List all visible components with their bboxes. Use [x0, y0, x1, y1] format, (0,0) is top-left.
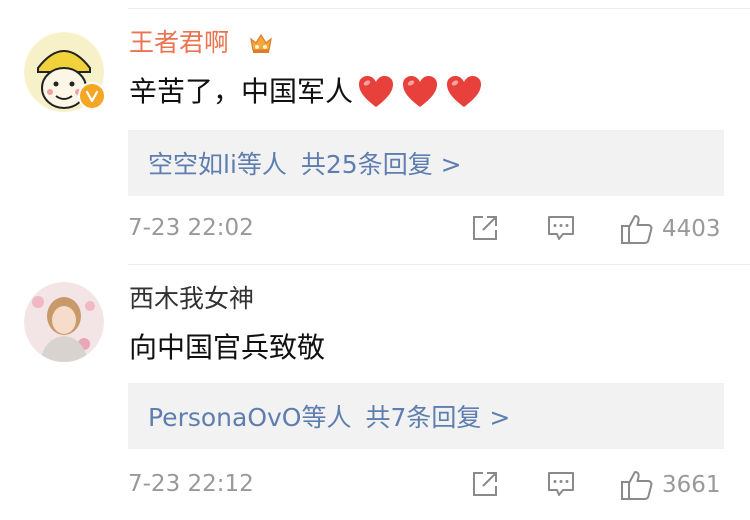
reply-summary-button[interactable]: 空空如li等人 共25条回复 > [128, 130, 724, 196]
heart-icon [359, 76, 394, 107]
like-button[interactable]: 4403 [620, 213, 721, 245]
username[interactable]: 王者君啊 [129, 28, 229, 58]
heart-emoji-group [357, 74, 483, 110]
reply-count: 共7条回复 > [365, 403, 511, 432]
like-count: 4403 [662, 216, 721, 242]
comment-list: 王者君啊 辛苦了，中国军人 空空如li等人 共25条回复 > 7-23 22:0… [0, 0, 750, 520]
share-icon[interactable] [470, 469, 500, 499]
like-button[interactable]: 3661 [620, 469, 721, 501]
avatar-image [24, 282, 104, 362]
share-icon[interactable] [470, 213, 500, 243]
crown-badge-icon [248, 30, 274, 56]
comment-item: 王者君啊 辛苦了，中国军人 空空如li等人 共25条回复 > 7-23 22:0… [0, 22, 750, 257]
thumbs-up-icon [621, 471, 653, 500]
divider [128, 8, 750, 9]
reply-users: PersonaOvO等人 [148, 403, 352, 432]
verified-badge-icon [78, 82, 106, 110]
comment-content: 向中国官兵致敬 [129, 330, 325, 366]
avatar[interactable] [24, 282, 104, 362]
heart-icon [403, 76, 438, 107]
comment-content: 辛苦了，中国军人 [129, 74, 483, 110]
username[interactable]: 西木我女神 [129, 284, 254, 314]
divider [128, 264, 750, 265]
reply-users: 空空如li等人 [148, 150, 287, 179]
comment-text: 辛苦了，中国军人 [129, 75, 354, 108]
like-count: 3661 [662, 472, 721, 498]
comment-actions: 7-23 22:12 3661 [128, 469, 724, 503]
timestamp: 7-23 22:12 [128, 471, 254, 497]
comment-actions: 7-23 22:02 4403 [128, 213, 724, 247]
comment-icon[interactable] [546, 469, 576, 499]
timestamp: 7-23 22:02 [128, 215, 254, 241]
comment-icon[interactable] [546, 213, 576, 243]
heart-icon [447, 76, 482, 107]
reply-count: 共25条回复 > [300, 150, 462, 179]
reply-summary-button[interactable]: PersonaOvO等人 共7条回复 > [128, 383, 724, 449]
comment-text: 向中国官兵致敬 [129, 331, 326, 364]
comment-item: 西木我女神 向中国官兵致敬 PersonaOvO等人 共7条回复 > 7-23 … [0, 270, 750, 520]
thumbs-up-icon [621, 215, 653, 244]
